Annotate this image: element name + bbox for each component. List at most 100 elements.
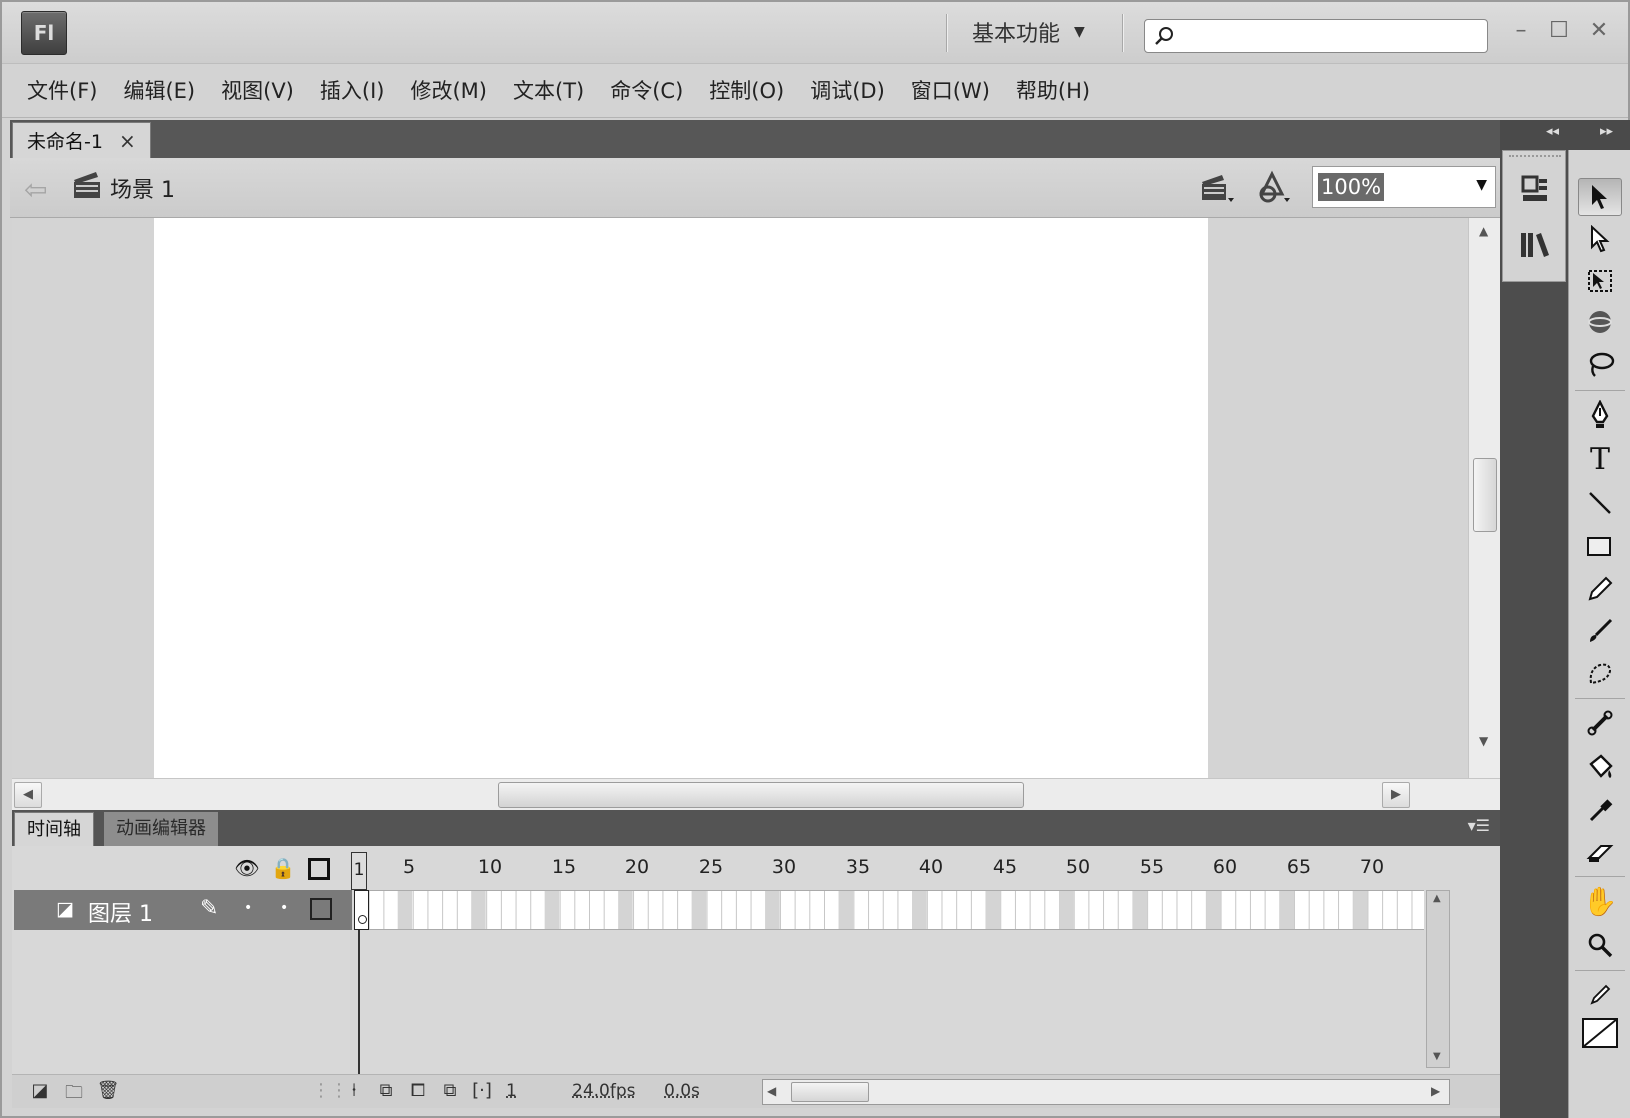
menu-help[interactable]: 帮助(H) [1003,71,1103,111]
panel-grip[interactable] [1509,155,1561,161]
menu-file[interactable]: 文件(F) [14,71,110,111]
new-layer-icon[interactable]: ◪ [28,1080,52,1104]
resize-grip-icon[interactable]: ⋮⋮ [312,1080,348,1104]
edit-symbols-icon[interactable] [1252,170,1294,206]
panel-menu-icon[interactable]: ▾☰ [1468,816,1490,835]
chevron-down-icon: ▼ [1476,177,1487,193]
onion-skin-icon[interactable]: ⧉ [374,1080,398,1104]
flash-app-window: Fl 基本功能 ▼ – ☐ ✕ 文件(F) 编辑(E) 视图(V) 插入(I) … [0,0,1630,1118]
stroke-color-icon[interactable] [1578,976,1622,1014]
menu-window[interactable]: 窗口(W) [898,71,1003,111]
scroll-up-icon[interactable]: ▲ [1433,893,1441,904]
ruler-number: 60 [1212,856,1238,878]
stage-vertical-scrollbar[interactable]: ▲ ▼ [1468,218,1500,778]
timeline-horizontal-scroll-thumb[interactable] [791,1082,869,1102]
text-tool-icon[interactable]: T [1578,440,1622,478]
rectangle-tool-icon[interactable] [1578,528,1622,566]
stage-horizontal-scroll-thumb[interactable] [498,782,1024,808]
library-panel-icon[interactable] [1517,227,1553,263]
scene-label: 场景 1 [110,178,175,203]
stage-canvas[interactable] [154,218,1208,778]
menu-modify[interactable]: 修改(M) [397,71,500,111]
close-button[interactable]: ✕ [1586,16,1612,46]
new-folder-icon[interactable]: 🗀 [62,1080,86,1104]
app-logo: Fl [21,11,67,55]
eraser-tool-icon[interactable] [1578,834,1622,872]
maximize-button[interactable]: ☐ [1546,16,1572,46]
tab-timeline[interactable]: 时间轴 [14,812,94,846]
close-tab-icon[interactable]: × [119,129,136,153]
zoom-tool-icon[interactable] [1578,926,1622,964]
scroll-up-icon[interactable]: ▲ [1479,224,1488,238]
current-frame[interactable]: 1 [506,1081,517,1101]
lock-dot[interactable]: • [280,900,288,916]
lasso-tool-icon[interactable] [1578,346,1622,384]
tab-motion-editor[interactable]: 动画编辑器 [104,812,218,846]
document-tab[interactable]: 未命名-1 × [12,122,151,158]
help-search-input[interactable] [1144,19,1488,53]
scroll-right-icon[interactable]: ▶ [1431,1084,1440,1098]
scroll-left-icon[interactable]: ◀ [767,1084,776,1098]
document-tab-title: 未命名-1 [27,131,103,153]
frame-rate[interactable]: 24.0fps [572,1081,635,1101]
stage-vertical-scroll-thumb[interactable] [1473,458,1497,532]
pen-tool-icon[interactable] [1578,396,1622,434]
frame-grid[interactable] [354,890,1424,930]
outline-color-square[interactable] [310,898,332,920]
timeline-footer: ◪ 🗀 🗑 ⋮⋮ ⍿ ⧉ ⧠ ⧉ [·] 1 24.0fps 0.0s ◀ ▶ [12,1074,1500,1108]
visibility-dot[interactable]: • [244,900,252,916]
properties-panel-icon[interactable] [1517,171,1553,207]
scene-clapper-icon [74,172,100,198]
timeline-vertical-scrollbar[interactable]: ▲ ▼ [1426,890,1450,1068]
tool-separator [1575,390,1625,391]
playhead[interactable]: 1 [351,852,367,890]
menu-insert[interactable]: 插入(I) [307,71,398,111]
fill-color-swatch[interactable] [1578,1014,1622,1052]
outline-square-icon[interactable] [308,858,330,880]
3d-rotation-tool-icon[interactable] [1578,304,1622,342]
workspace-label: 基本功能 [972,22,1061,47]
scroll-left-icon[interactable]: ◀ [14,782,42,808]
blank-keyframe[interactable] [354,890,369,930]
edit-multiple-frames-icon[interactable]: ⧉ [438,1080,462,1104]
scroll-down-icon[interactable]: ▼ [1433,1051,1441,1062]
scroll-down-icon[interactable]: ▼ [1479,734,1488,748]
paint-bucket-tool-icon[interactable] [1578,748,1622,786]
menu-control[interactable]: 控制(O) [696,71,797,111]
modify-onion-markers-icon[interactable]: [·] [470,1080,494,1104]
deco-tool-icon[interactable] [1578,654,1622,692]
lock-icon[interactable]: 🔒 [270,856,296,882]
menu-commands[interactable]: 命令(C) [597,71,696,111]
collapse-panels-right-icon[interactable]: ▸▸ [1600,124,1613,139]
tool-separator [1575,970,1625,971]
ruler-number: 25 [698,856,724,878]
line-tool-icon[interactable] [1578,484,1622,522]
menu-view[interactable]: 视图(V) [208,71,307,111]
eyedropper-tool-icon[interactable] [1578,792,1622,830]
scroll-right-icon[interactable]: ▶ [1382,782,1410,808]
menu-text[interactable]: 文本(T) [500,71,597,111]
hand-tool-icon[interactable]: ✋ [1578,882,1622,920]
delete-trash-icon[interactable]: 🗑 [96,1080,120,1104]
pencil-tool-icon[interactable] [1578,570,1622,608]
show-hide-eye-icon[interactable]: 👁 [234,856,260,882]
timeline-horizontal-scrollbar[interactable]: ◀ ▶ [762,1079,1450,1105]
bone-tool-icon[interactable] [1578,704,1622,742]
edit-scene-icon[interactable] [1196,170,1238,206]
frame-ruler[interactable]: 5 10 15 20 25 30 35 40 45 50 55 60 65 70 [354,846,1484,888]
menu-edit[interactable]: 编辑(E) [110,71,208,111]
free-transform-tool-icon[interactable] [1578,262,1622,300]
back-arrow-icon[interactable]: ⇦ [24,173,47,206]
menu-debug[interactable]: 调试(D) [797,71,898,111]
collapse-panels-left-icon[interactable]: ◂◂ [1546,124,1559,139]
zoom-select[interactable]: 100% ▼ [1312,166,1496,208]
selection-tool-icon[interactable] [1578,178,1622,216]
brush-tool-icon[interactable] [1578,612,1622,650]
onion-skin-outline-icon[interactable]: ⧠ [406,1080,430,1104]
subselection-tool-icon[interactable] [1578,220,1622,258]
stage-horizontal-scrollbar[interactable]: ◀ ▶ [12,778,1500,810]
workspace-switcher[interactable]: 基本功能 ▼ [972,16,1085,48]
minimize-button[interactable]: – [1508,16,1534,46]
layer-row[interactable]: ◪ 图层 1 ✎ • • [14,890,352,930]
center-frame-icon[interactable]: ⍿ [342,1080,366,1104]
